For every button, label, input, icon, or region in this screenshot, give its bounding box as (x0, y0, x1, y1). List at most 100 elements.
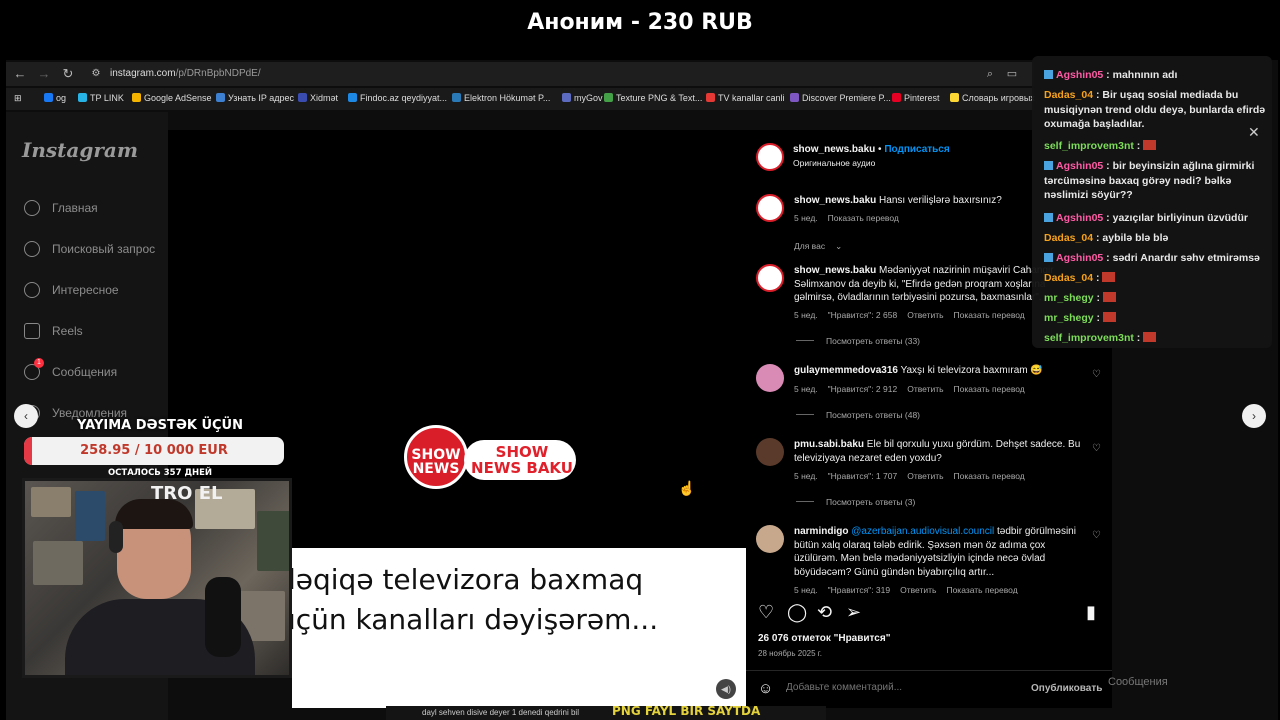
save-icon[interactable]: ▮ (1086, 602, 1096, 623)
bookmark-item[interactable]: TV kanallar canli (706, 93, 785, 103)
apps-icon[interactable]: ⊞ (14, 93, 22, 104)
caption-line-1: dəqiqə televizora baxmaq (278, 563, 644, 596)
chat-username[interactable]: self_improvem3nt (1044, 140, 1134, 152)
bookmark-label: Словарь игровых (962, 93, 1035, 103)
prev-post-button[interactable]: ‹ (14, 404, 38, 428)
bookmark-item[interactable]: Xidmət (298, 93, 338, 103)
like-comment-icon[interactable]: ♡ (1092, 530, 1101, 541)
instagram-logo[interactable]: Instagram (22, 138, 138, 162)
view-replies[interactable]: Посмотреть ответы (33) (796, 336, 920, 346)
chat-message: Agshin05 : sədri Anardır səhv etmirəmsə (1044, 251, 1268, 266)
home-icon (24, 200, 40, 216)
author-avatar[interactable] (756, 143, 784, 171)
comment-text: narmindigo @azerbaijan.audiovisual.counc… (794, 526, 1076, 578)
bookmark-item[interactable]: Texture PNG & Text... (604, 93, 702, 103)
headphone-icon (109, 521, 123, 553)
publish-button[interactable]: Опубликовать (1031, 683, 1102, 694)
url-text[interactable]: instagram.com/p/DRnBpbNDPdE/ (110, 68, 261, 79)
bookmark-item[interactable]: Словарь игровых (950, 93, 1035, 103)
translate-link[interactable]: Показать перевод (828, 213, 899, 223)
donate-amount: 258.95 / 10 000 EUR (80, 443, 228, 458)
site-info-icon[interactable]: ⚙ (88, 66, 104, 82)
comment-avatar[interactable] (756, 364, 784, 392)
caption-avatar[interactable] (756, 194, 784, 222)
mouse-cursor-icon: ☝ (678, 480, 696, 496)
like-comment-icon[interactable]: ♡ (1092, 443, 1101, 454)
caption-line-2: üçün kanalları dəyişərəm... (278, 603, 659, 636)
chat-text: sədri Anardır səhv etmirəmsə (1112, 252, 1260, 264)
comment-meta: 5 нед. "Нравится": 319 Ответить Показать пе… (794, 585, 1018, 594)
author-username[interactable]: show_news.baku (793, 144, 875, 155)
repost-icon[interactable]: ⟲ (817, 602, 832, 623)
chat-username[interactable]: Dadas_04 (1044, 89, 1093, 101)
nav-reels[interactable]: Reels (24, 323, 83, 339)
follow-button[interactable]: Подписаться (884, 144, 949, 155)
bookmark-item[interactable]: og (44, 93, 66, 103)
reload-icon[interactable]: ↻ (60, 66, 76, 82)
audio-label[interactable]: Оригинальное аудио (793, 157, 875, 171)
bookmark-label: Findoc.az qeydiyyat... (360, 93, 448, 103)
chat-username[interactable]: Dadas_04 (1044, 272, 1093, 284)
chat-username[interactable]: mr_shegy (1044, 292, 1094, 304)
emote-icon (1102, 272, 1116, 282)
bookmark-favicon-icon (298, 93, 307, 102)
bookmark-item[interactable]: Узнать IP адрес (216, 93, 294, 103)
like-icon[interactable]: ♡ (758, 602, 774, 623)
caption-meta: 5 нед. Показать перевод (794, 213, 899, 223)
nav-search[interactable]: Поисковый запрос (24, 241, 155, 257)
nav-explore[interactable]: Интересное (24, 282, 119, 298)
forward-icon[interactable]: → (36, 66, 52, 82)
bookmark-favicon-icon (348, 93, 357, 102)
emote-icon (1143, 140, 1157, 150)
next-post-button[interactable]: › (1242, 404, 1266, 428)
comment-avatar[interactable] (756, 438, 784, 466)
likes-count[interactable]: 26 076 отметок "Нравится" (758, 633, 890, 644)
bookmark-item[interactable]: Findoc.az qeydiyyat... (348, 93, 447, 103)
share-icon[interactable]: ➢ (846, 602, 861, 623)
view-replies[interactable]: Посмотреть ответы (3) (796, 497, 915, 507)
bookmark-item[interactable]: Discover Premiere P... (790, 93, 891, 103)
bookmark-favicon-icon (706, 93, 715, 102)
for-you-filter[interactable]: Для вас ⌄ (794, 241, 842, 252)
messages-bar-text[interactable]: Сообщения (1108, 676, 1168, 688)
bookmark-favicon-icon (132, 93, 141, 102)
chat-message: Agshin05 : yazıçılar birliyinun üzvüdür (1044, 211, 1268, 226)
bookmark-favicon-icon (452, 93, 461, 102)
comment-avatar[interactable] (756, 264, 784, 292)
comment-icon[interactable]: ◯ (787, 602, 807, 623)
back-icon[interactable]: ← (12, 66, 28, 82)
compass-icon (24, 282, 40, 298)
emoji-icon[interactable]: ☺ (758, 680, 773, 697)
chat-username[interactable]: mr_shegy (1044, 312, 1094, 324)
bookmarks-bar: ⊞ og TP LINK Google AdSense Узнать IP адрес… (6, 88, 1035, 110)
chat-username[interactable]: Agshin05 (1056, 69, 1103, 81)
bookmark-label: TP LINK (90, 93, 124, 103)
chat-username[interactable]: Agshin05 (1056, 212, 1103, 224)
bookmark-item[interactable]: Elektron Hökumət P... (452, 93, 550, 103)
chat-username[interactable]: Agshin05 (1056, 252, 1103, 264)
chat-text: yazıçılar birliyinun üzvüdür (1112, 212, 1248, 224)
cast-icon[interactable]: ▭ (1004, 66, 1020, 82)
bookmark-item[interactable]: Pinterest (892, 93, 940, 103)
chat-username[interactable]: self_improvem3nt (1044, 332, 1134, 344)
chat-message: mr_shegy : (1044, 311, 1268, 326)
like-comment-icon[interactable]: ♡ (1092, 369, 1101, 380)
comment-input[interactable] (786, 682, 1006, 693)
bookmark-item[interactable]: Google AdSense (132, 93, 212, 103)
mute-icon[interactable]: ◀) (716, 679, 736, 699)
bookmark-label: Pinterest (904, 93, 940, 103)
bookmark-item[interactable]: myGov (562, 93, 603, 103)
chat-text: aybilə blə blə (1102, 232, 1169, 244)
chat-username[interactable]: Dadas_04 (1044, 232, 1093, 244)
bookmark-label: myGov (574, 93, 603, 103)
chat-message: self_improvem3nt : (1044, 139, 1268, 154)
nav-home[interactable]: Главная (24, 200, 98, 216)
comment-avatar[interactable] (756, 525, 784, 553)
comment-text: gulaymemmedova316 Yaxşı ki televizora ba… (794, 365, 1043, 376)
bookmark-item[interactable]: TP LINK (78, 93, 124, 103)
emote-icon (1102, 292, 1116, 302)
zoom-icon[interactable]: ⌕ (982, 66, 998, 82)
view-replies[interactable]: Посмотреть ответы (48) (796, 410, 920, 420)
bottom-overlay-text: dayl sehven disive deyer 1 denedi qedrin… (422, 708, 579, 717)
chat-username[interactable]: Agshin05 (1056, 160, 1103, 172)
